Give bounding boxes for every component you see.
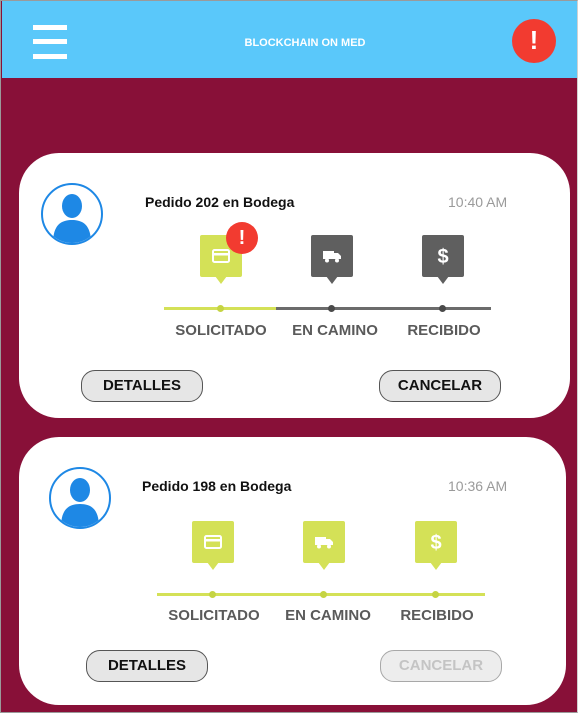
cancel-button-disabled: CANCELAR	[380, 650, 502, 682]
order-card: Pedido 202 en Bodega 10:40 AM ! $ SOLICI…	[19, 153, 570, 418]
step-label-recibido: RECIBIDO	[400, 607, 474, 624]
truck-icon	[315, 537, 333, 549]
order-title: Pedido 202 en Bodega	[145, 194, 295, 210]
details-button[interactable]: DETALLES	[86, 650, 208, 682]
step-marker-en-camino	[303, 521, 345, 570]
svg-text:$: $	[437, 246, 448, 266]
order-card: Pedido 198 en Bodega 10:36 AM $ SOLICITA…	[19, 437, 566, 705]
user-silhouette-icon	[53, 194, 91, 243]
step-marker-solicitado	[192, 521, 234, 570]
avatar	[49, 467, 111, 529]
step-marker-recibido: $	[415, 521, 457, 570]
dollar-icon: $	[430, 532, 441, 552]
progress-dot	[320, 591, 327, 598]
header-bar: BLOCKCHAIN ON MED !	[2, 1, 577, 78]
app-screen: BLOCKCHAIN ON MED ! Pedido 202 en Bodega…	[0, 0, 578, 713]
cancel-button[interactable]: CANCELAR	[379, 370, 501, 402]
progress-dot	[439, 305, 446, 312]
progress-dot	[209, 591, 216, 598]
order-alert-badge[interactable]: !	[226, 222, 258, 254]
truck-icon	[323, 251, 341, 263]
progress-segment	[276, 307, 491, 310]
card-icon	[204, 535, 222, 549]
app-title: BLOCKCHAIN ON MED	[244, 37, 366, 49]
dollar-icon: $	[437, 246, 448, 266]
order-time: 10:36 AM	[448, 478, 508, 494]
step-label-solicitado: SOLICITADO	[168, 607, 260, 624]
step-marker-recibido: $	[422, 235, 464, 284]
alert-icon[interactable]: !	[512, 19, 556, 63]
order-time: 10:40 AM	[448, 194, 508, 210]
avatar	[41, 183, 103, 245]
progress-dot	[217, 305, 224, 312]
user-silhouette-icon	[61, 478, 99, 527]
progress-dot	[432, 591, 439, 598]
card-icon	[212, 249, 230, 263]
step-label-solicitado: SOLICITADO	[175, 322, 267, 339]
svg-text:$: $	[430, 532, 441, 552]
step-label-recibido: RECIBIDO	[407, 322, 481, 339]
step-marker-en-camino	[311, 235, 353, 284]
details-button[interactable]: DETALLES	[81, 370, 203, 402]
progress-dot	[328, 305, 335, 312]
order-title: Pedido 198 en Bodega	[142, 478, 292, 494]
